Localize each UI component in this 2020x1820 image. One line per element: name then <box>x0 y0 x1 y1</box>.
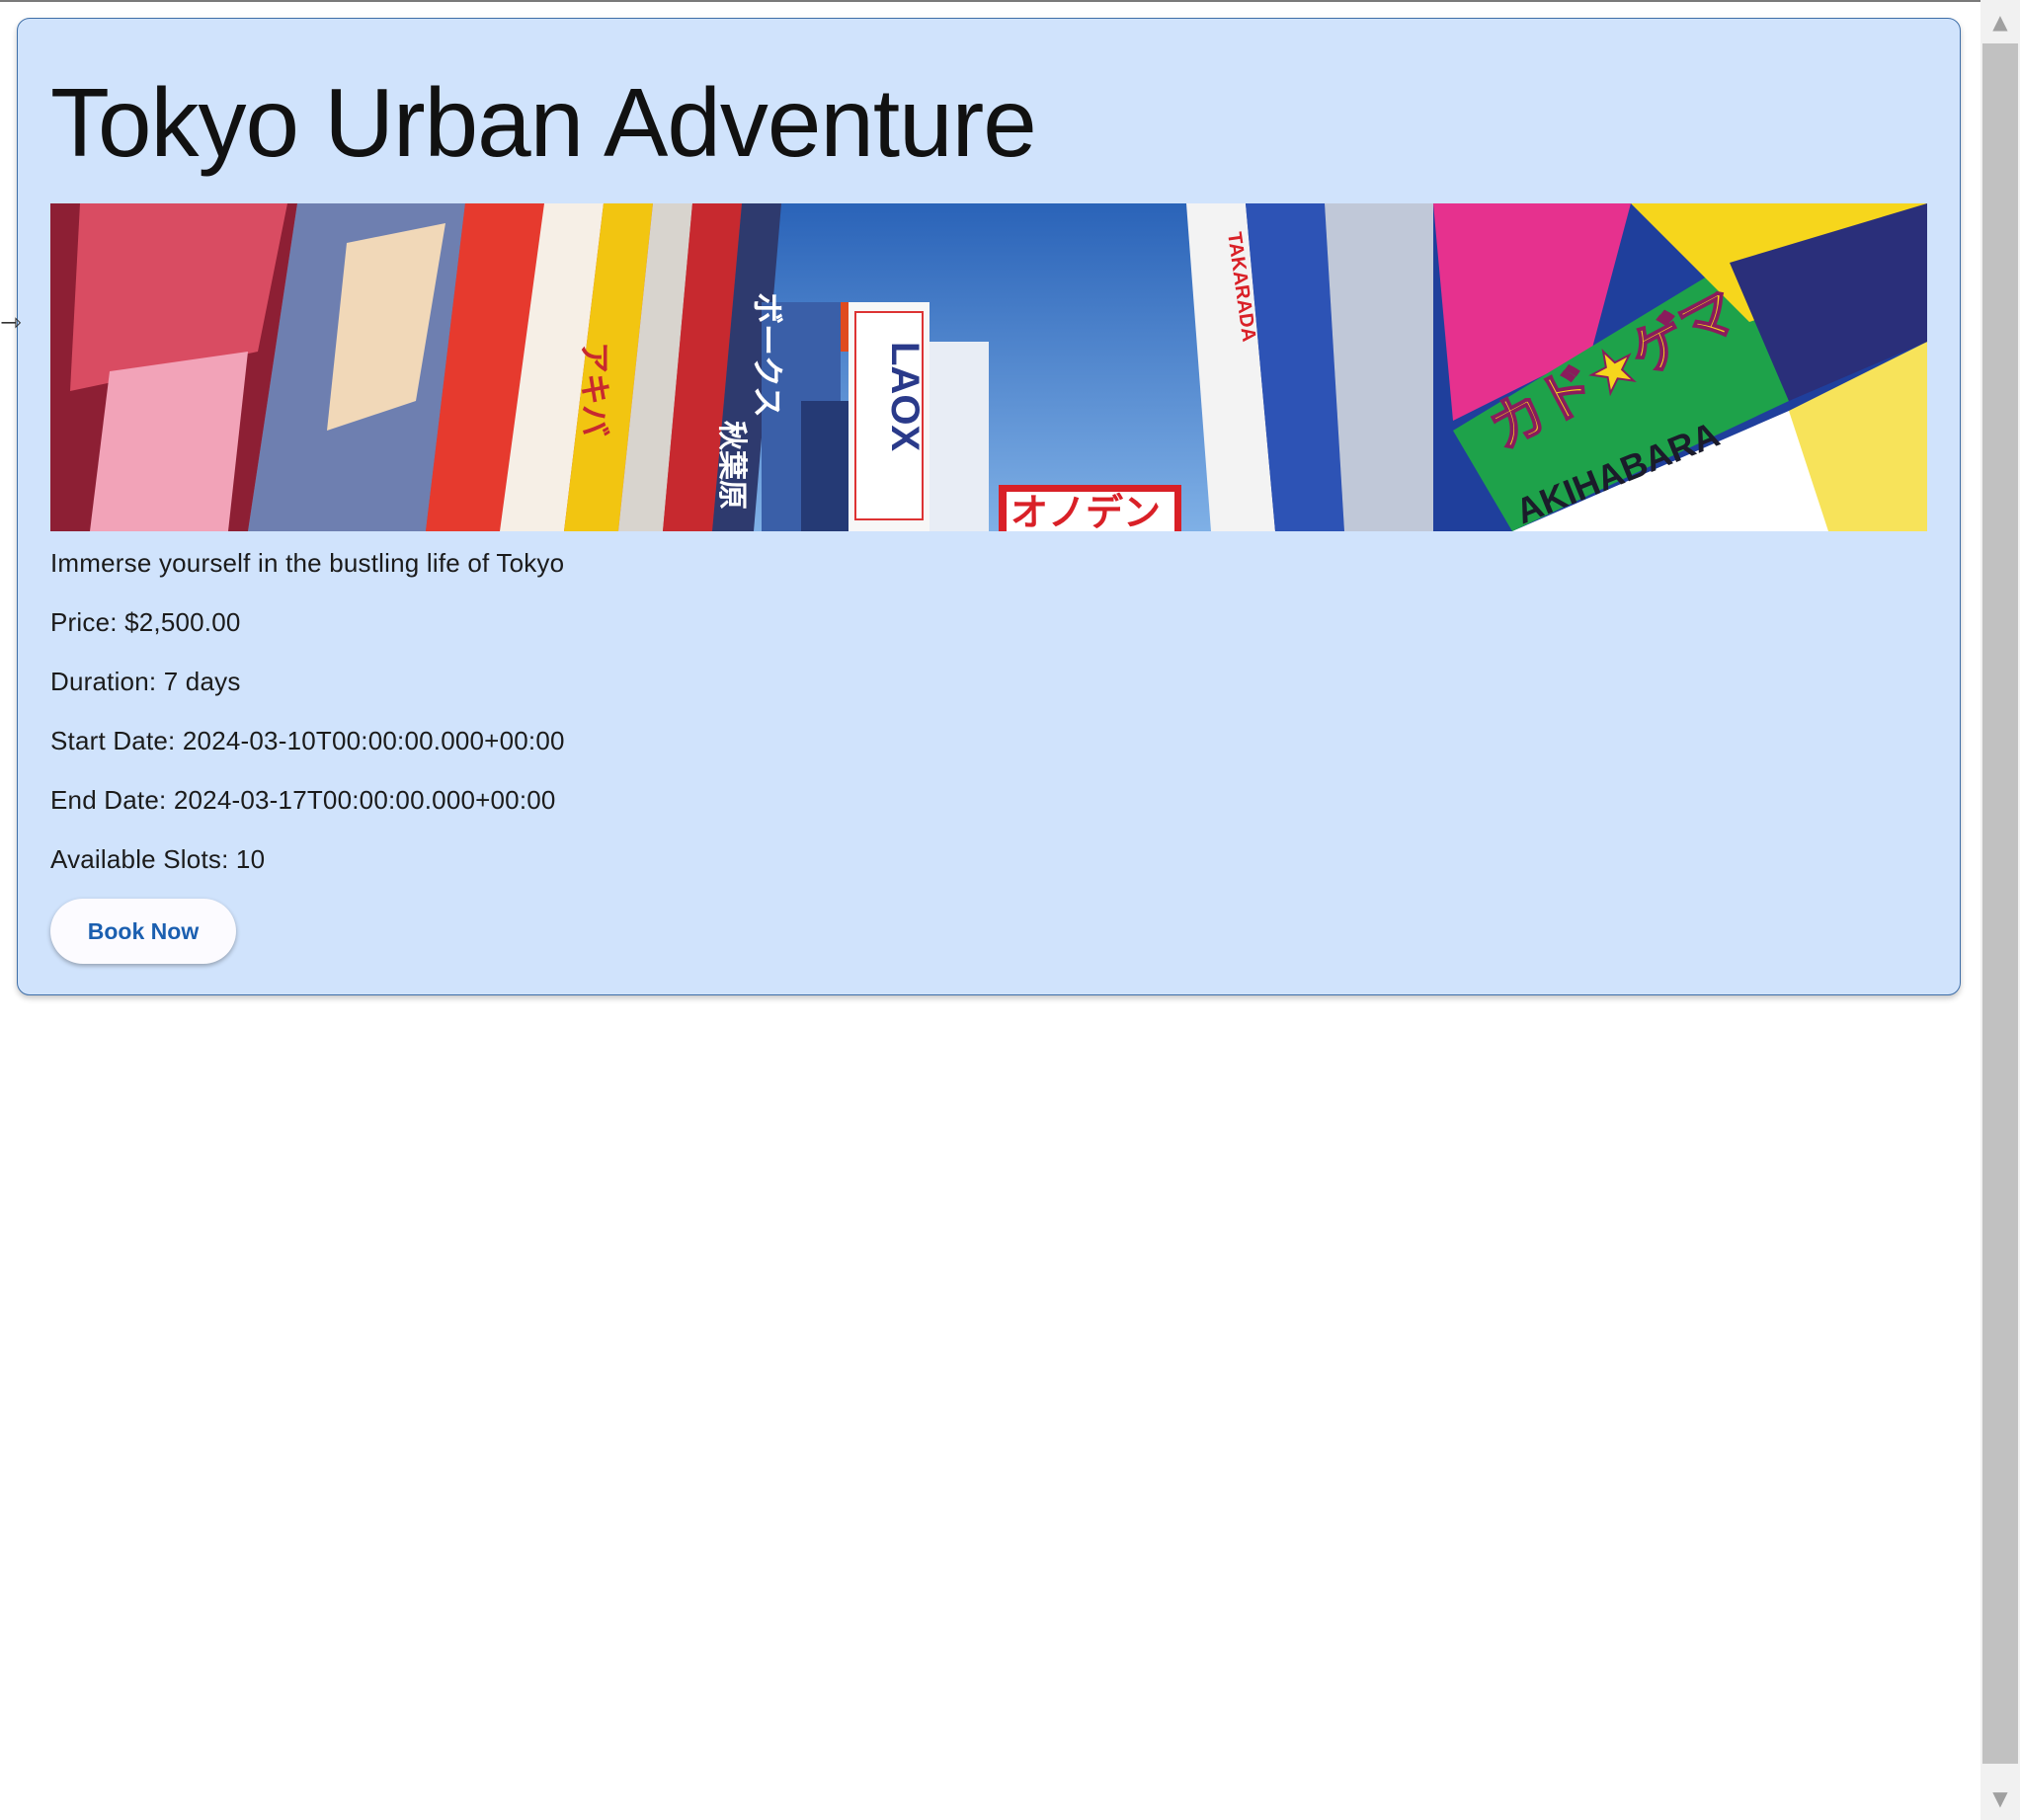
banner-sign-akihabara-kanji: 秋葉原 <box>714 421 749 510</box>
scrollbar-thumb[interactable] <box>1982 43 2018 1764</box>
book-now-button[interactable]: Book Now <box>50 899 236 964</box>
top-border <box>0 0 1980 2</box>
tour-banner-image: LAOX オノデン TAKARADA AKIHABARA カド★ゲマ ボークス … <box>50 203 1927 531</box>
scroll-up-arrow-icon[interactable]: ▲ <box>1980 2 2020 41</box>
banner-sign-laox: LAOX <box>883 342 927 451</box>
banner-sign-borks: ボークス <box>749 292 786 418</box>
scroll-down-arrow-icon[interactable]: ▼ <box>1980 1779 2020 1818</box>
tour-description: Immerse yourself in the bustling life of… <box>50 548 565 578</box>
tour-available-slots: Available Slots: 10 <box>50 844 266 874</box>
tour-card: Tokyo Urban Adventure LAOX オノデン TAKARADA… <box>17 18 1961 995</box>
vertical-scrollbar[interactable]: ▲ ▼ <box>1980 0 2020 1820</box>
tour-start-date: Start Date: 2024-03-10T00:00:00.000+00:0… <box>50 726 565 755</box>
tour-duration: Duration: 7 days <box>50 667 241 696</box>
tour-title: Tokyo Urban Adventure <box>50 68 1037 177</box>
banner-sign-akiba: アキバ <box>576 342 613 436</box>
tour-price: Price: $2,500.00 <box>50 607 241 637</box>
banner-sign-onoden: オノデン <box>1010 491 1161 531</box>
resize-cursor-icon: ⇾ <box>0 308 22 338</box>
page-content: Tokyo Urban Adventure LAOX オノデン TAKARADA… <box>0 0 1980 1820</box>
browser-viewport: Tokyo Urban Adventure LAOX オノデン TAKARADA… <box>0 0 2020 1820</box>
tour-end-date: End Date: 2024-03-17T00:00:00.000+00:00 <box>50 785 556 815</box>
